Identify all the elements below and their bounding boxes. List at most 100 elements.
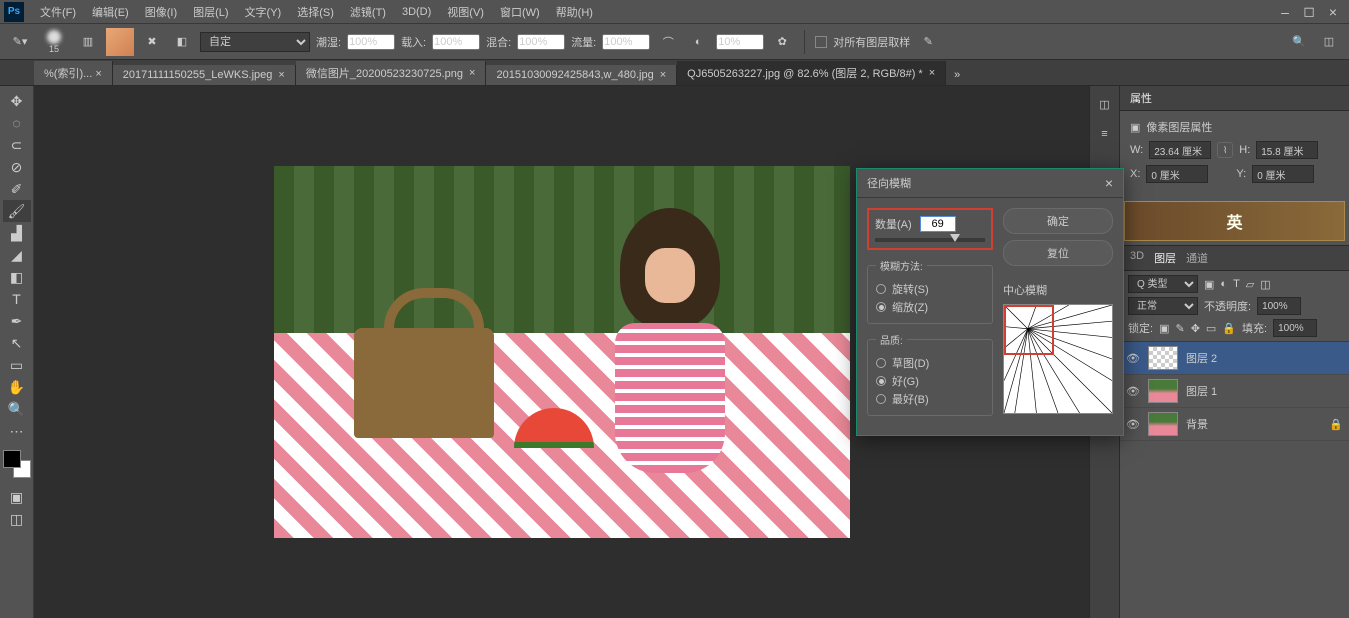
fg-color[interactable] — [3, 450, 21, 468]
quickselect-tool-icon[interactable]: ⊘ — [3, 156, 31, 178]
type-tool-icon[interactable]: T — [3, 288, 31, 310]
menu-select[interactable]: 选择(S) — [289, 4, 342, 20]
load-input[interactable] — [432, 34, 480, 50]
blend-mode-select[interactable]: 正常 — [1128, 297, 1198, 315]
filter-type-icon[interactable]: T — [1233, 278, 1240, 291]
smoothing-input[interactable] — [716, 34, 764, 50]
visibility-icon[interactable]: 👁 — [1126, 418, 1140, 431]
ok-button[interactable]: 确定 — [1003, 208, 1113, 234]
quality-draft-radio[interactable]: 草图(D) — [876, 355, 984, 371]
edit-toolbar-icon[interactable]: ⋯ — [3, 420, 31, 442]
dialog-close-icon[interactable]: × — [1105, 175, 1113, 191]
menu-edit[interactable]: 编辑(E) — [84, 4, 137, 20]
y-input[interactable] — [1252, 165, 1314, 183]
filter-pixel-icon[interactable]: ▣ — [1204, 278, 1214, 291]
layer-row[interactable]: 👁 图层 1 — [1120, 375, 1349, 408]
ad-banner[interactable]: 英 — [1124, 201, 1345, 241]
brush-panel-icon[interactable]: ▥ — [76, 30, 100, 54]
tab-4-active[interactable]: QJ6505263227.jpg @ 82.6% (图层 2, RGB/8#) … — [677, 61, 946, 85]
layer-name[interactable]: 图层 1 — [1186, 383, 1217, 399]
adjustments-icon[interactable]: ◫ — [1095, 94, 1115, 114]
layer-row[interactable]: 👁 背景 🔒 — [1120, 408, 1349, 441]
menu-help[interactable]: 帮助(H) — [548, 4, 601, 20]
brush-tool-icon[interactable]: 🖌 — [3, 200, 31, 222]
shape-tool-icon[interactable]: ▭ — [3, 354, 31, 376]
close-icon[interactable]: × — [469, 67, 475, 79]
fill-input[interactable] — [1273, 319, 1317, 337]
lock-all-icon[interactable]: 🔒 — [1222, 322, 1236, 335]
menu-file[interactable]: 文件(F) — [32, 4, 84, 20]
panel-tab-properties[interactable]: 属性 — [1130, 90, 1152, 106]
link-icon[interactable]: ⌇ — [1217, 142, 1233, 158]
layer-thumb[interactable] — [1148, 379, 1178, 403]
lasso-tool-icon[interactable]: ⊂ — [3, 134, 31, 156]
tabs-overflow[interactable]: » — [946, 65, 968, 85]
tool-preset-icon[interactable]: ✎▾ — [8, 30, 32, 54]
marquee-tool-icon[interactable]: ◌ — [3, 112, 31, 134]
hand-tool-icon[interactable]: ✋ — [3, 376, 31, 398]
menu-layer[interactable]: 图层(L) — [185, 4, 236, 20]
filter-shape-icon[interactable]: ▱ — [1246, 278, 1254, 291]
slider-thumb-icon[interactable] — [950, 234, 960, 242]
preset-dropdown[interactable]: 自定 — [200, 32, 310, 52]
tablet-pressure-icon[interactable]: ✎ — [916, 30, 940, 54]
flow-input[interactable] — [602, 34, 650, 50]
quality-best-radio[interactable]: 最好(B) — [876, 391, 984, 407]
tab-2[interactable]: 微信图片_20200523230725.png× — [296, 61, 487, 85]
search-icon[interactable]: 🔍 — [1287, 30, 1311, 54]
lock-artboard-icon[interactable]: ▭ — [1206, 322, 1216, 335]
close-icon[interactable]: × — [278, 69, 284, 81]
eraser-tool-icon[interactable]: ◢ — [3, 244, 31, 266]
visibility-icon[interactable]: 👁 — [1126, 352, 1140, 365]
window-close-icon[interactable]: × — [1321, 4, 1345, 20]
method-spin-radio[interactable]: 旋转(S) — [876, 281, 984, 297]
move-tool-icon[interactable]: ✥ — [3, 90, 31, 112]
menu-view[interactable]: 视图(V) — [439, 4, 492, 20]
menu-3d[interactable]: 3D(D) — [394, 6, 439, 18]
mix-input[interactable] — [517, 34, 565, 50]
wet-input[interactable] — [347, 34, 395, 50]
menu-window[interactable]: 窗口(W) — [492, 4, 548, 20]
amount-input[interactable] — [920, 216, 956, 232]
menu-image[interactable]: 图像(I) — [137, 4, 185, 20]
close-icon[interactable]: × — [660, 69, 666, 81]
opacity-input[interactable] — [1257, 297, 1301, 315]
color-swatch[interactable] — [106, 28, 134, 56]
tab-3[interactable]: 20151030092425843,w_480.jpg× — [486, 65, 677, 85]
menu-filter[interactable]: 滤镜(T) — [342, 4, 394, 20]
lock-move-icon[interactable]: ✥ — [1191, 322, 1200, 335]
method-zoom-radio[interactable]: 缩放(Z) — [876, 299, 984, 315]
height-input[interactable] — [1256, 141, 1318, 159]
visibility-icon[interactable]: 👁 — [1126, 385, 1140, 398]
blur-center-preview[interactable] — [1003, 304, 1113, 414]
window-minimize-icon[interactable]: ‒ — [1273, 4, 1297, 20]
styles-icon[interactable]: ≡ — [1095, 124, 1115, 144]
x-input[interactable] — [1146, 165, 1208, 183]
close-icon[interactable]: × — [929, 67, 935, 79]
layer-name[interactable]: 背景 — [1186, 416, 1208, 432]
zoom-tool-icon[interactable]: 🔍 — [3, 398, 31, 420]
smoothing-icon[interactable]: ◐ — [686, 30, 710, 54]
tab-1[interactable]: 20171111150255_LeWKS.jpeg× — [113, 65, 296, 85]
gear-icon[interactable]: ✿ — [770, 30, 794, 54]
menu-type[interactable]: 文字(Y) — [237, 4, 290, 20]
quality-good-radio[interactable]: 好(G) — [876, 373, 984, 389]
panel-tab-3d[interactable]: 3D — [1130, 250, 1144, 266]
filter-adjust-icon[interactable]: ◐ — [1220, 278, 1227, 291]
pen-tool-icon[interactable]: ✒ — [3, 310, 31, 332]
filter-smart-icon[interactable]: ◫ — [1260, 278, 1270, 291]
airbrush-icon[interactable]: ⌒ — [656, 30, 680, 54]
quickmask-icon[interactable]: ▣ — [3, 486, 31, 508]
panel-tab-layers[interactable]: 图层 — [1154, 250, 1176, 266]
gradient-tool-icon[interactable]: ◧ — [3, 266, 31, 288]
lock-paint-icon[interactable]: ✎ — [1175, 322, 1184, 335]
lock-pixel-icon[interactable]: ▣ — [1159, 322, 1169, 335]
layer-name[interactable]: 图层 2 — [1186, 350, 1217, 366]
mixer-load-icon[interactable]: ✖ — [140, 30, 164, 54]
color-swatches[interactable] — [3, 450, 31, 478]
layer-kind-filter[interactable]: Q 类型 — [1128, 275, 1198, 293]
reset-button[interactable]: 复位 — [1003, 240, 1113, 266]
path-tool-icon[interactable]: ↖ — [3, 332, 31, 354]
workspace-icon[interactable]: ◫ — [1317, 30, 1341, 54]
window-restore-icon[interactable]: ◻ — [1297, 3, 1321, 20]
